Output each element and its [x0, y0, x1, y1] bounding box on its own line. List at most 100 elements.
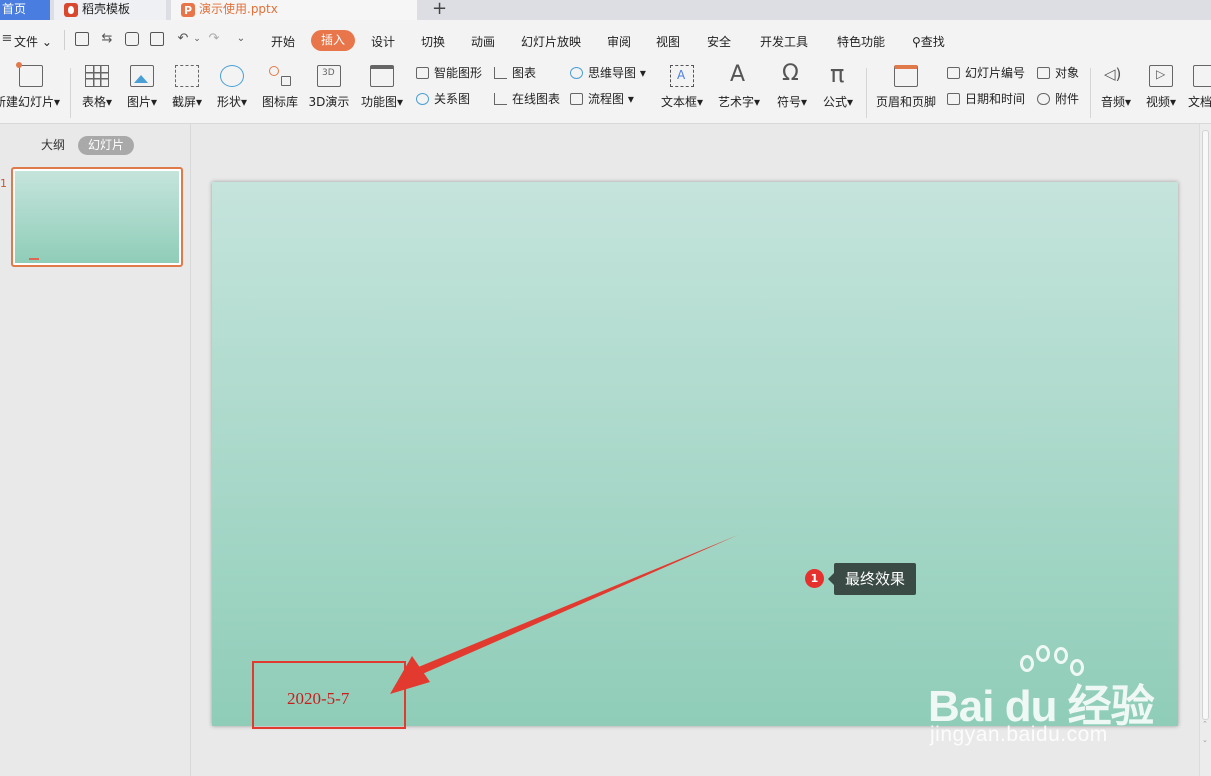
slide-panel: 大纲 幻灯片 1 — [0, 124, 191, 776]
annotation-arrow — [390, 535, 738, 694]
date-time-button[interactable]: 日期和时间 — [947, 90, 1025, 108]
file-menu-label: 文件 — [14, 35, 39, 49]
word-art-icon — [727, 62, 751, 87]
mind-map-button[interactable]: 思维导图 ▾ — [570, 64, 646, 82]
slide-number-button[interactable]: 幻灯片编号 — [947, 64, 1025, 82]
paperclip-icon — [1037, 93, 1050, 105]
picture-button[interactable]: 图片▾ — [123, 60, 161, 118]
slide-date-text[interactable]: 2020-5-7 — [287, 689, 349, 709]
tab-templates-label: 稻壳模板 — [82, 2, 131, 16]
table-button[interactable]: 表格▾ — [78, 60, 116, 118]
tab-home[interactable]: 首页 — [0, 0, 50, 20]
tab-document[interactable]: 演示使用.pptx — [171, 0, 417, 20]
menu-lines-icon[interactable]: ≡ — [0, 32, 14, 46]
menu-animation[interactable]: 动画 — [471, 33, 495, 50]
header-footer-icon — [894, 65, 918, 87]
chart-button[interactable]: 图表 — [494, 64, 536, 82]
audio-button[interactable]: 音频▾ — [1096, 60, 1136, 118]
undo-dropdown-icon[interactable]: ⌄ — [190, 32, 204, 46]
menu-search[interactable]: ⚲查找 — [912, 33, 945, 50]
video-icon — [1149, 65, 1173, 87]
shape-button[interactable]: 形状▾ — [213, 60, 251, 118]
header-footer-button[interactable]: 页眉和页脚 — [874, 60, 938, 118]
3d-presentation-button[interactable]: 3D演示 — [307, 60, 351, 118]
search-icon: ⚲ — [912, 35, 921, 49]
scroll-up-arrow-icon[interactable]: ⌃ — [1202, 720, 1208, 728]
online-chart-button[interactable]: 在线图表 — [494, 90, 560, 108]
symbol-label: 符号▾ — [776, 95, 808, 109]
object-button[interactable]: 对象 — [1037, 64, 1079, 82]
print-icon[interactable] — [125, 32, 139, 46]
print-preview-icon[interactable] — [150, 32, 164, 46]
scroll-down-arrow-icon[interactable]: ⌄ — [1202, 736, 1208, 744]
screenshot-label: 截屏▾ — [171, 95, 203, 109]
menu-security[interactable]: 安全 — [707, 33, 731, 50]
word-art-button[interactable]: 艺术字▾ — [714, 60, 764, 118]
tab-bar: 首页 稻壳模板 演示使用.pptx + — [0, 0, 1211, 20]
3d-icon — [317, 65, 341, 87]
attachment-button[interactable]: 附件 — [1037, 90, 1079, 108]
search-label: 查找 — [920, 35, 945, 49]
shape-label: 形状▾ — [216, 95, 248, 109]
redo-icon[interactable]: ↷ — [207, 32, 221, 46]
file-menu[interactable]: 文件 ⌄ — [14, 33, 52, 50]
menu-transition[interactable]: 切换 — [421, 33, 445, 50]
slide-thumbnail[interactable] — [11, 167, 183, 267]
table-icon — [85, 65, 109, 87]
smart-shape-button[interactable]: 智能图形 — [416, 64, 482, 82]
document-icon — [1192, 65, 1211, 87]
text-box-button[interactable]: 文本框▾ — [657, 60, 707, 118]
slide-number-icon — [947, 67, 960, 79]
new-tab-plus-icon[interactable]: + — [432, 0, 447, 19]
function-chart-button[interactable]: 功能图▾ — [358, 60, 406, 118]
scrollbar-thumb[interactable] — [1202, 130, 1209, 720]
slide-thumbnail-number: 1 — [0, 177, 7, 190]
thumbnail-date-mark — [29, 258, 39, 260]
menu-review[interactable]: 审阅 — [607, 33, 631, 50]
audio-label: 音频▾ — [1100, 95, 1132, 109]
flowchart-button[interactable]: 流程图 ▾ — [570, 90, 634, 108]
menu-slideshow[interactable]: 幻灯片放映 — [521, 33, 581, 50]
relation-chart-button[interactable]: 关系图 — [416, 90, 470, 108]
undo-icon[interactable]: ↶ — [176, 32, 190, 46]
icon-library-button[interactable]: 图标库 — [258, 60, 302, 118]
speaker-icon — [1104, 65, 1128, 87]
screenshot-button[interactable]: 截屏▾ — [168, 60, 206, 118]
video-label: 视频▾ — [1145, 95, 1177, 109]
tab-outline[interactable]: 大纲 — [31, 136, 75, 155]
online-chart-icon — [494, 93, 507, 105]
menu-start[interactable]: 开始 — [271, 33, 295, 50]
formula-button[interactable]: 公式▾ — [818, 60, 858, 118]
arrow-shaft — [416, 535, 738, 675]
menu-special[interactable]: 特色功能 — [837, 33, 885, 50]
tab-templates[interactable]: 稻壳模板 — [54, 0, 166, 20]
menu-view[interactable]: 视图 — [656, 33, 680, 50]
flowchart-icon — [570, 93, 583, 105]
document-button[interactable]: 文档 — [1186, 60, 1211, 118]
arrow-head — [390, 656, 430, 694]
3d-label: 3D演示 — [308, 95, 350, 109]
ribbon-divider — [70, 68, 71, 118]
new-slide-button[interactable]: 新建幻灯片▾ — [0, 60, 62, 118]
pi-icon — [826, 60, 850, 88]
document-label: 文档 — [1188, 95, 1211, 109]
menu-insert[interactable]: 插入 — [311, 30, 356, 51]
tab-slides[interactable]: 幻灯片 — [78, 136, 135, 155]
save-icon[interactable] — [75, 32, 89, 46]
object-icon — [1037, 67, 1050, 79]
slide-thumbnail-preview — [15, 171, 179, 263]
customize-dropdown-icon[interactable]: ⌄ — [234, 32, 248, 46]
menu-bar: ≡ 文件 ⌄ ⇆ ↶ ⌄ ↷ ⌄ 开始 插入 设计 切换 动画 幻灯片放映 审阅… — [0, 20, 1211, 60]
ribbon-toolbar: 新建幻灯片▾ 表格▾ 图片▾ 截屏▾ 形状▾ 图标库 3D演示 功能图▾ 智能图… — [0, 60, 1211, 124]
picture-icon — [130, 65, 154, 87]
symbol-button[interactable]: 符号▾ — [772, 60, 812, 118]
menu-design[interactable]: 设计 — [371, 33, 395, 50]
text-box-label: 文本框▾ — [660, 95, 704, 109]
screenshot-icon — [175, 65, 199, 87]
export-icon[interactable]: ⇆ — [100, 32, 114, 46]
callout-bubble: 最终效果 — [828, 563, 916, 595]
tab-document-label: 演示使用.pptx — [199, 2, 278, 16]
vertical-scrollbar[interactable]: ⌃ ⌄ — [1199, 124, 1211, 776]
menu-developer[interactable]: 开发工具 — [760, 33, 808, 50]
video-button[interactable]: 视频▾ — [1141, 60, 1181, 118]
